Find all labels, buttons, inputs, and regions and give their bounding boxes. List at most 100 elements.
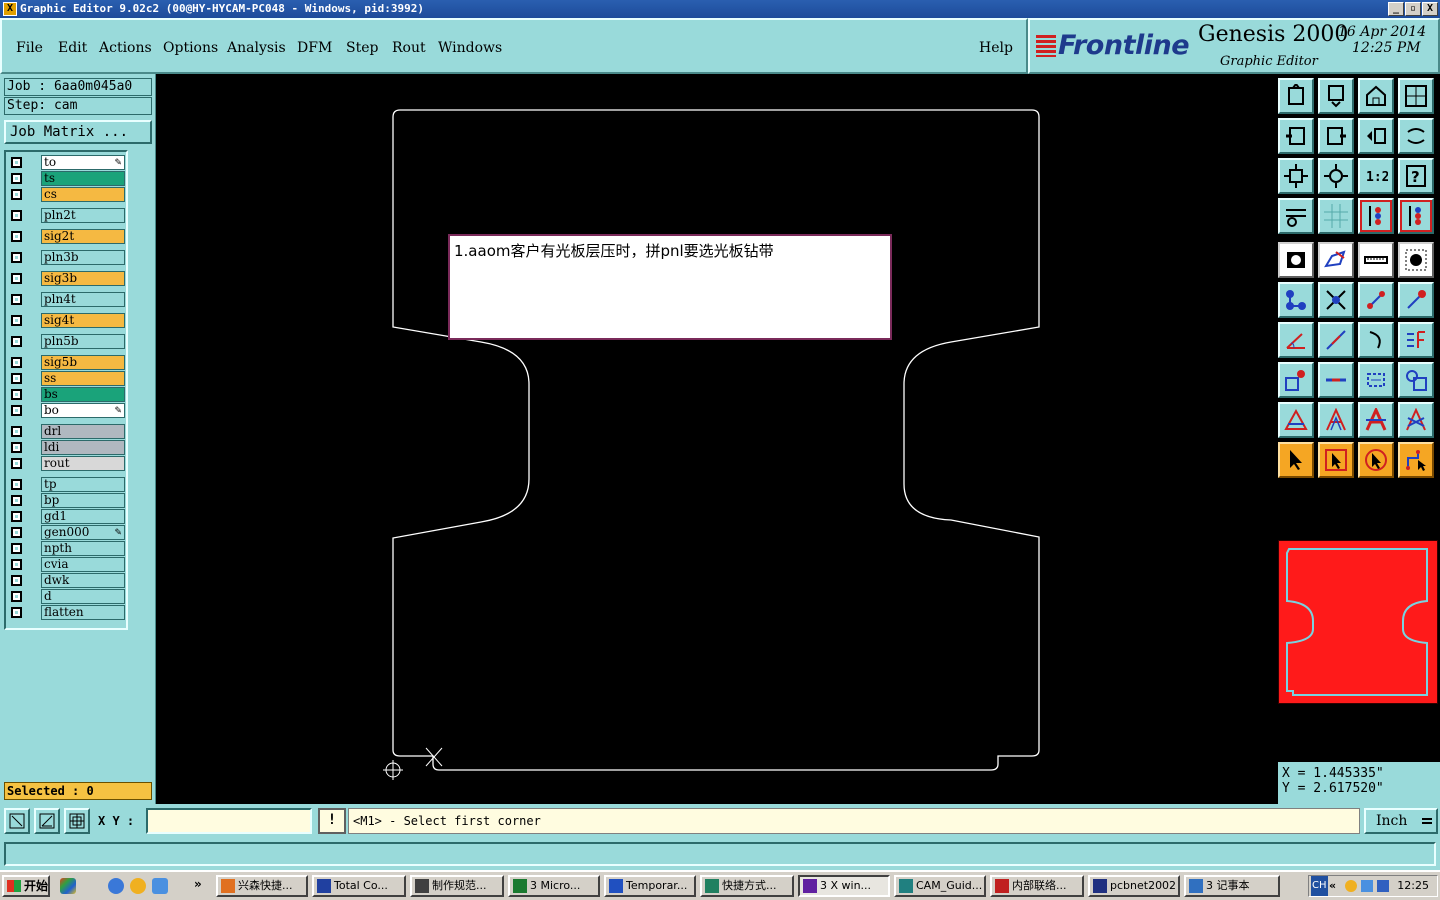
taskbar-button[interactable]: Temporar... xyxy=(604,875,696,897)
layer-row-bs[interactable]: bs xyxy=(8,387,126,402)
tool-button-ratio-1-2[interactable]: 1:2 xyxy=(1358,158,1394,194)
taskbar-button[interactable]: 3 X win... xyxy=(798,875,890,897)
layer-row-gd1[interactable]: gd1 xyxy=(8,509,126,524)
tool-button-angle[interactable] xyxy=(1278,322,1314,358)
ie-icon[interactable] xyxy=(108,878,124,894)
layer-checkbox[interactable] xyxy=(11,458,22,469)
tool-button-ruler[interactable] xyxy=(1358,242,1394,278)
tool-button-triangle[interactable] xyxy=(1278,402,1314,438)
layer-name[interactable]: rout xyxy=(41,456,125,471)
layer-checkbox[interactable] xyxy=(11,591,22,602)
menu-options[interactable]: Options xyxy=(163,40,218,56)
tool-button-split[interactable] xyxy=(1398,322,1434,358)
start-button[interactable]: 开始 xyxy=(2,875,50,897)
tray-app-icon[interactable] xyxy=(1377,880,1389,892)
layer-checkbox[interactable] xyxy=(11,336,22,347)
tray-expand-icon[interactable]: « xyxy=(1329,876,1336,896)
close-button[interactable]: X xyxy=(1422,2,1438,16)
layer-name[interactable]: tp xyxy=(41,477,125,492)
layer-name[interactable]: ts xyxy=(41,171,125,186)
taskbar-button[interactable]: 3 Micro... xyxy=(508,875,600,897)
tool-button-fit-selected[interactable] xyxy=(1318,158,1354,194)
tool-button-rect-shape[interactable] xyxy=(1318,242,1354,278)
tool-button-zoom-in[interactable] xyxy=(1318,78,1354,114)
menu-rout[interactable]: Rout xyxy=(392,40,426,56)
tool-button-snap[interactable] xyxy=(1278,362,1314,398)
tool-button-circle[interactable] xyxy=(1398,242,1434,278)
taskbar-button[interactable]: 兴森快捷... xyxy=(216,875,308,897)
layer-name[interactable]: npth xyxy=(41,541,125,556)
tool-button-layer-select[interactable] xyxy=(1398,198,1434,234)
layer-checkbox[interactable] xyxy=(11,157,22,168)
layer-row-sig3b[interactable]: sig3b xyxy=(8,271,126,286)
layer-name[interactable]: dwk xyxy=(41,573,125,588)
tool-button-layer-red[interactable] xyxy=(1358,198,1394,234)
layer-row-ts[interactable]: ts xyxy=(8,171,126,186)
menu-edit[interactable]: Edit xyxy=(58,40,87,56)
job-matrix-button[interactable]: Job Matrix ... xyxy=(4,120,152,144)
layer-row-gen000[interactable]: gen000 ✎ xyxy=(8,525,126,540)
minimap[interactable] xyxy=(1278,540,1438,704)
layer-name[interactable]: drl xyxy=(41,424,125,439)
layer-row-to[interactable]: to ✎ xyxy=(8,155,126,170)
unit-select[interactable]: Inch xyxy=(1364,808,1438,834)
layer-row-cs[interactable]: cs xyxy=(8,187,126,202)
tool-button-fit-all[interactable] xyxy=(1278,158,1314,194)
layer-name[interactable]: bp xyxy=(41,493,125,508)
menu-step[interactable]: Step xyxy=(346,40,378,56)
layer-checkbox[interactable] xyxy=(11,373,22,384)
tool-button-settings[interactable] xyxy=(1278,198,1314,234)
layer-checkbox[interactable] xyxy=(11,442,22,453)
graphic-canvas[interactable]: 1.aaom客户有光板层压时，拼pnl要选光板钻带 xyxy=(156,74,1276,804)
tool-button-intersection[interactable] xyxy=(1318,282,1354,318)
taskbar-button[interactable]: 快捷方式... xyxy=(700,875,794,897)
layer-checkbox[interactable] xyxy=(11,607,22,618)
quicklaunch-app-icon[interactable] xyxy=(60,878,76,894)
tool-button-window-split[interactable] xyxy=(1398,78,1434,114)
maximize-button[interactable]: ▫ xyxy=(1405,2,1421,16)
tool-button-text-a-cross[interactable] xyxy=(1398,402,1434,438)
layer-row-npth[interactable]: npth xyxy=(8,541,126,556)
layer-name[interactable]: bs xyxy=(41,387,125,402)
layer-checkbox[interactable] xyxy=(11,273,22,284)
tray-clock-icon[interactable] xyxy=(1345,880,1357,892)
layer-name[interactable]: pln4t xyxy=(41,292,125,307)
tool-button-redo[interactable] xyxy=(1398,118,1434,154)
layer-checkbox[interactable] xyxy=(11,252,22,263)
layer-name[interactable]: to ✎ xyxy=(41,155,125,170)
layer-checkbox[interactable] xyxy=(11,294,22,305)
taskbar-button[interactable]: pcbnet2002 xyxy=(1088,875,1180,897)
layer-row-cvia[interactable]: cvia xyxy=(8,557,126,572)
layer-name[interactable]: flatten xyxy=(41,605,125,620)
menu-dfm[interactable]: DFM xyxy=(297,40,332,56)
angle-mode-button[interactable] xyxy=(34,808,60,834)
layer-name[interactable]: sig2t xyxy=(41,229,125,244)
layer-row-bp[interactable]: bp xyxy=(8,493,126,508)
quicklaunch-more-icon[interactable]: » xyxy=(194,877,202,891)
layer-row-sig4t[interactable]: sig4t xyxy=(8,313,126,328)
layer-checkbox[interactable] xyxy=(11,559,22,570)
layer-checkbox[interactable] xyxy=(11,210,22,221)
tool-button-grid[interactable] xyxy=(1318,198,1354,234)
layer-name[interactable]: sig3b xyxy=(41,271,125,286)
note-box[interactable]: 1.aaom客户有光板层压时，拼pnl要选光板钻带 xyxy=(448,234,892,340)
taskbar-button[interactable]: 内部联络... xyxy=(990,875,1084,897)
menu-file[interactable]: File xyxy=(16,40,43,56)
layer-checkbox[interactable] xyxy=(11,315,22,326)
tool-button-node[interactable] xyxy=(1278,282,1314,318)
tool-button-undo[interactable] xyxy=(1358,118,1394,154)
menu-help[interactable]: Help xyxy=(979,40,1013,56)
select-mode-button[interactable] xyxy=(4,808,30,834)
layer-row-drl[interactable]: drl xyxy=(8,424,126,439)
tool-button-zoom-home[interactable] xyxy=(1278,78,1314,114)
layer-name[interactable]: sig5b xyxy=(41,355,125,370)
layer-row-pln3b[interactable]: pln3b xyxy=(8,250,126,265)
tool-button-pointer-circle[interactable] xyxy=(1358,442,1394,478)
tool-button-text-a-outline[interactable] xyxy=(1358,402,1394,438)
layer-checkbox[interactable] xyxy=(11,511,22,522)
tool-button-line[interactable] xyxy=(1318,322,1354,358)
exclamation-button[interactable]: ! xyxy=(318,808,346,834)
tool-button-pointer[interactable] xyxy=(1278,442,1314,478)
tool-button-pan-left[interactable] xyxy=(1278,118,1314,154)
quicklaunch-icon-2[interactable] xyxy=(130,878,146,894)
